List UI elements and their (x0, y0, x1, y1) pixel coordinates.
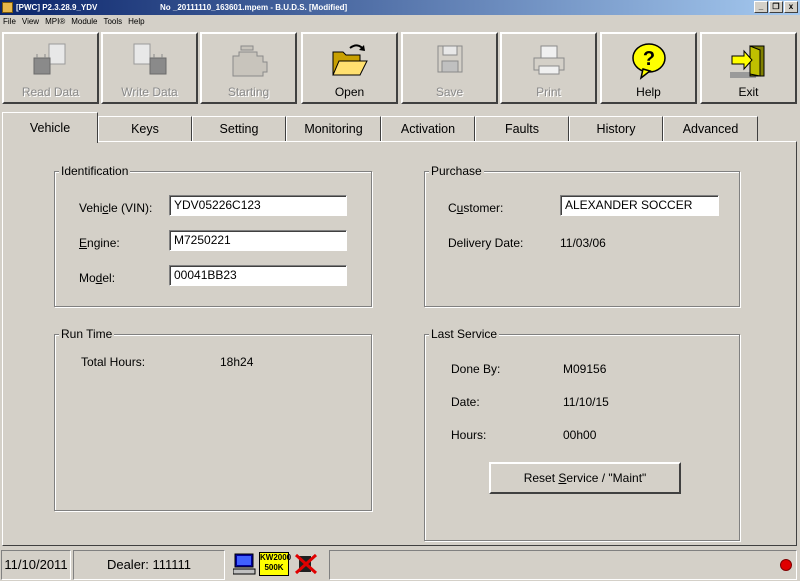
write-data-button[interactable]: Write Data (101, 32, 198, 104)
menu-tools[interactable]: Tools (100, 15, 125, 28)
help-label: Help (636, 85, 661, 99)
printer-icon (533, 45, 564, 75)
delivery-date-label: Delivery Date: (448, 236, 524, 250)
status-dealer: Dealer: 111111 (73, 550, 225, 580)
save-disk-icon (437, 45, 462, 73)
computer-icon (232, 552, 257, 576)
menu-view[interactable]: View (19, 15, 42, 28)
kw2000-line1: KW2000 (260, 553, 292, 562)
status-date: 11/10/2011 (1, 550, 71, 580)
service-date-value: 11/10/15 (563, 395, 609, 409)
toolbar: Read Data Write Data Starting Open Save … (0, 32, 800, 106)
customer-field[interactable]: ALEXANDER SOCCER (560, 195, 719, 216)
menu-mpi[interactable]: MPI® (42, 15, 68, 28)
total-hours-value: 18h24 (220, 355, 254, 369)
tab-faults[interactable]: Faults (475, 116, 569, 142)
disconnected-plug-icon (293, 552, 319, 576)
kw2000-line2: 500K (264, 563, 284, 572)
engine-label: Engine: (79, 236, 120, 250)
tab-activation[interactable]: Activation (381, 116, 475, 142)
save-label: Save (435, 85, 464, 99)
close-button[interactable]: x (784, 1, 798, 13)
tab-strip: Vehicle Keys Setting Monitoring Activati… (0, 112, 800, 143)
read-data-icon (33, 43, 65, 75)
svg-text:?: ? (642, 48, 654, 70)
window-title-left: [PWC] P2.3.28.9_YDV (16, 3, 98, 12)
tab-advanced[interactable]: Advanced (663, 116, 758, 142)
status-message-area (329, 550, 797, 580)
title-bar: [PWC] P2.3.28.9_YDV No _20111110_163601.… (0, 0, 800, 15)
read-data-label: Read Data (21, 85, 80, 99)
vin-field[interactable]: YDV05226C123 (169, 195, 347, 216)
app-icon (2, 2, 13, 13)
customer-label: Customer: (448, 201, 504, 215)
last-service-title: Last Service (429, 327, 500, 341)
model-label: Model: (79, 271, 116, 285)
service-hours-label: Hours: (451, 428, 487, 442)
print-label: Print (536, 85, 561, 99)
done-by-value: M09156 (563, 362, 607, 376)
write-data-icon (133, 43, 166, 75)
identification-group: Identification Vehicle (VIN): YDV05226C1… (54, 164, 372, 307)
menu-file[interactable]: File (0, 15, 19, 28)
exit-button[interactable]: Exit (700, 32, 797, 104)
kw2000-badge: KW2000 500K (259, 552, 292, 576)
engine-field[interactable]: M7250221 (169, 230, 347, 251)
purchase-title: Purchase (429, 164, 484, 178)
tab-history[interactable]: History (569, 116, 663, 142)
engine-icon (232, 45, 267, 77)
done-by-label: Done By: (451, 362, 501, 376)
starting-label: Starting (227, 85, 270, 99)
menu-help[interactable]: Help (125, 15, 147, 28)
window-controls: _ ❐ x (753, 1, 798, 13)
write-data-label: Write Data (121, 85, 178, 99)
vin-label: Vehicle (VIN): (79, 201, 153, 215)
open-label: Open (334, 85, 365, 99)
identification-title: Identification (59, 164, 131, 178)
reset-service-button[interactable]: Reset Service / "Maint" (489, 462, 681, 494)
menu-bar: File View MPI® Module Tools Help (0, 15, 800, 28)
exit-door-icon (729, 45, 764, 78)
starting-button[interactable]: Starting (200, 32, 297, 104)
save-button[interactable]: Save (401, 32, 498, 104)
read-data-button[interactable]: Read Data (2, 32, 99, 104)
run-time-group: Run Time Total Hours: 18h24 (54, 327, 372, 511)
service-date-label: Date: (451, 395, 480, 409)
tab-vehicle[interactable]: Vehicle (2, 112, 98, 143)
last-service-group: Last Service Done By: M09156 Date: 11/10… (424, 327, 740, 541)
tab-monitoring[interactable]: Monitoring (286, 116, 381, 142)
service-hours-value: 00h00 (563, 428, 597, 442)
exit-label: Exit (738, 85, 759, 99)
open-folder-icon (331, 44, 368, 76)
menu-module[interactable]: Module (68, 15, 100, 28)
print-button[interactable]: Print (500, 32, 597, 104)
tab-keys[interactable]: Keys (98, 116, 192, 142)
run-time-title: Run Time (59, 327, 115, 341)
help-button[interactable]: ? Help (600, 32, 697, 104)
minimize-button[interactable]: _ (754, 1, 768, 13)
tab-setting[interactable]: Setting (192, 116, 286, 142)
model-field[interactable]: 00041BB23 (169, 265, 347, 286)
open-button[interactable]: Open (301, 32, 398, 104)
window-title-right: No _20111110_163601.mpem - B.U.D.S. [Mod… (160, 3, 348, 12)
total-hours-label: Total Hours: (81, 355, 146, 369)
help-question-icon: ? (631, 43, 666, 80)
status-bar: 11/10/2011 Dealer: 111111 KW2000 500K (0, 548, 800, 581)
purchase-group: Purchase Customer: ALEXANDER SOCCER Deli… (424, 164, 740, 307)
restore-button[interactable]: ❐ (769, 1, 783, 13)
connection-status-light (780, 559, 792, 571)
delivery-date-value: 11/03/06 (560, 236, 606, 250)
